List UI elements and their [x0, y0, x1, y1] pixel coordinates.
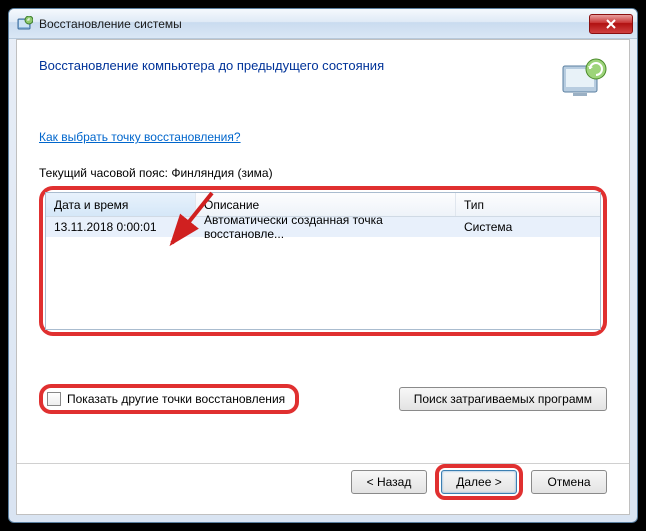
next-button-highlight: Далее > [435, 464, 523, 500]
system-restore-window: Восстановление системы Восстановление ко… [8, 8, 638, 523]
cell-description: Автоматически созданная точка восстановл… [196, 217, 456, 237]
cancel-button[interactable]: Отмена [531, 470, 607, 494]
column-header-date[interactable]: Дата и время [46, 193, 196, 216]
cell-type: Система [456, 217, 600, 237]
wizard-buttons: < Назад Далее > Отмена [351, 464, 607, 500]
content-pane: Восстановление компьютера до предыдущего… [16, 39, 630, 515]
table-row[interactable]: 13.11.2018 0:00:01 Автоматически созданн… [46, 217, 600, 237]
back-button[interactable]: < Назад [351, 470, 427, 494]
restore-points-table-highlight: Дата и время Описание Тип 13.11.2018 0:0… [39, 186, 607, 336]
scan-affected-programs-button[interactable]: Поиск затрагиваемых программ [399, 387, 607, 411]
page-heading: Восстановление компьютера до предыдущего… [39, 58, 384, 73]
close-button[interactable] [589, 14, 633, 34]
restore-icon [559, 58, 607, 98]
show-more-checkbox-label[interactable]: Показать другие точки восстановления [67, 392, 285, 406]
show-more-checkbox-highlight: Показать другие точки восстановления [39, 384, 299, 414]
next-button[interactable]: Далее > [441, 470, 517, 494]
window-title: Восстановление системы [39, 17, 589, 31]
column-header-type[interactable]: Тип [456, 193, 600, 216]
cell-date: 13.11.2018 0:00:01 [46, 217, 196, 237]
restore-points-table[interactable]: Дата и время Описание Тип 13.11.2018 0:0… [45, 192, 601, 330]
app-icon [17, 16, 33, 32]
show-more-checkbox[interactable] [47, 392, 61, 406]
titlebar[interactable]: Восстановление системы [9, 9, 637, 39]
timezone-label: Текущий часовой пояс: Финляндия (зима) [39, 166, 607, 180]
help-link[interactable]: Как выбрать точку восстановления? [39, 130, 241, 144]
